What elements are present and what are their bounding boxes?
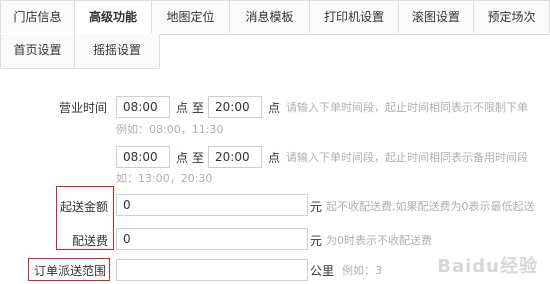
hours-slot2-start-input[interactable] <box>116 146 170 168</box>
min-delivery-label: 起送金额 <box>59 200 108 214</box>
tab-store-info[interactable]: 门店信息 <box>0 0 75 33</box>
hours-hint-1: 请输入下单时间段，起止时间相同表示不限制下单 <box>286 101 528 114</box>
tabs-row-2: 首页设置 摇摇设置 <box>0 34 160 69</box>
hours-example-1: 例如：08:00，11:30 <box>116 123 224 136</box>
tabs-row-1: 门店信息 高级功能 地图定位 消息模板 打印机设置 滚图设置 预定场次 <box>0 0 550 35</box>
tab-reservation-sessions[interactable]: 预定场次 <box>474 0 550 33</box>
delivery-range-input[interactable] <box>116 259 308 281</box>
dian-label: 点 <box>268 101 281 115</box>
delivery-fee-input[interactable] <box>116 228 308 250</box>
hours-example-2: 如：13:00，20:30 <box>116 172 213 185</box>
tab-message-template[interactable]: 消息模板 <box>230 0 310 33</box>
tab-advanced[interactable]: 高级功能 <box>75 0 152 33</box>
dian-label: 点 <box>176 101 189 115</box>
delivery-fee-label: 配送费 <box>71 234 108 248</box>
tab-map-location[interactable]: 地图定位 <box>152 0 230 33</box>
hours-slot1-end-input[interactable] <box>208 96 262 118</box>
zhi-label: 至 <box>192 101 205 115</box>
delivery-range-label: 订单派送范围 <box>33 264 106 278</box>
dian-label: 点 <box>176 151 189 165</box>
hours-slot2-end-input[interactable] <box>208 146 262 168</box>
tab-home-settings[interactable]: 首页设置 <box>0 34 75 67</box>
tab-shake-settings[interactable]: 摇摇设置 <box>75 34 160 67</box>
yuan-unit: 元 <box>310 200 323 214</box>
delivery-range-hint: 例如：3 <box>342 264 382 277</box>
tab-printer-settings[interactable]: 打印机设置 <box>310 0 399 33</box>
km-unit: 公里 <box>310 264 335 278</box>
hours-hint-2: 请输入下单时间段，起止时间相同表示备用时间段 <box>286 151 528 164</box>
dian-label: 点 <box>268 151 281 165</box>
yuan-unit: 元 <box>310 234 323 248</box>
business-hours-label: 营业时间 <box>58 101 107 115</box>
min-delivery-input[interactable] <box>116 194 308 216</box>
zhi-label: 至 <box>192 151 205 165</box>
min-delivery-hint: 起不收配送费,如果配送费为0表示最低起送 <box>326 200 535 213</box>
watermark: Baidu经验 <box>437 256 538 277</box>
hours-slot1-start-input[interactable] <box>116 96 170 118</box>
delivery-fee-hint: 为0时表示不收配送费 <box>326 234 432 247</box>
tab-banner-settings[interactable]: 滚图设置 <box>399 0 474 33</box>
